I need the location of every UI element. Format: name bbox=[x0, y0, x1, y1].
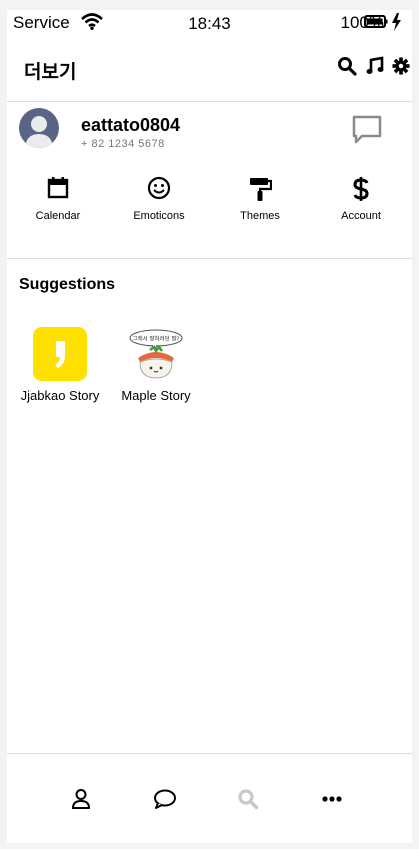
quick-menu-emoticons[interactable]: Emoticons bbox=[109, 176, 209, 222]
settings-gear-icon[interactable] bbox=[392, 57, 410, 80]
quick-menu-label: Calendar bbox=[35, 210, 81, 222]
avatar[interactable] bbox=[19, 108, 59, 148]
suggestion-jjabkao-story[interactable]: Jjabkao Story bbox=[10, 326, 110, 403]
suggestions-title: Suggestions bbox=[19, 276, 116, 293]
nav-divider bbox=[7, 753, 412, 754]
jjabkao-story-icon bbox=[32, 326, 88, 382]
profile-chat-icon[interactable] bbox=[351, 114, 383, 151]
tab-more[interactable] bbox=[321, 788, 351, 812]
tab-chats[interactable] bbox=[153, 788, 183, 812]
header-divider bbox=[7, 101, 412, 102]
page-title: 더보기 bbox=[24, 61, 77, 83]
header-actions bbox=[334, 56, 410, 81]
search-icon[interactable] bbox=[337, 56, 357, 81]
smile-icon bbox=[109, 176, 209, 204]
profile-phone: + 82 1234 5678 bbox=[81, 138, 165, 150]
status-bar: Service 18:43 100% bbox=[7, 10, 412, 36]
tab-friends[interactable] bbox=[70, 788, 100, 812]
quick-menu-label: Themes bbox=[240, 210, 280, 222]
maple-speech-text: 그래서 말하려던 말? bbox=[133, 335, 180, 343]
person-icon bbox=[70, 789, 92, 814]
profile-username: eattato0804 bbox=[81, 115, 181, 135]
search-icon bbox=[237, 789, 259, 814]
music-icon[interactable] bbox=[365, 56, 385, 81]
paint-roller-icon bbox=[210, 176, 310, 204]
chat-icon bbox=[153, 789, 177, 814]
tab-search[interactable] bbox=[237, 788, 267, 812]
calendar-icon bbox=[8, 176, 108, 204]
maple-story-icon: 그래서 말하려던 말? bbox=[128, 326, 184, 382]
dollar-icon bbox=[311, 176, 411, 204]
top-app-bar: 더보기 bbox=[7, 50, 412, 100]
quick-menu-calendar[interactable]: Calendar bbox=[8, 176, 108, 222]
section-divider bbox=[7, 258, 412, 259]
app-label: Maple Story bbox=[121, 388, 191, 403]
battery-icon bbox=[364, 13, 406, 36]
quick-menu-label: Emoticons bbox=[133, 210, 185, 222]
suggestion-maple-story[interactable]: 그래서 말하려던 말? Maple Story bbox=[106, 326, 206, 403]
app-label: Jjabkao Story bbox=[20, 388, 100, 403]
more-icon bbox=[321, 796, 343, 814]
quick-menu-themes[interactable]: Themes bbox=[210, 176, 310, 222]
quick-menu-account[interactable]: Account bbox=[311, 176, 411, 222]
app-frame: Service 18:43 100% 더보기 eattato0804 + 82 … bbox=[7, 10, 412, 843]
quick-menu-label: Account bbox=[341, 210, 381, 222]
